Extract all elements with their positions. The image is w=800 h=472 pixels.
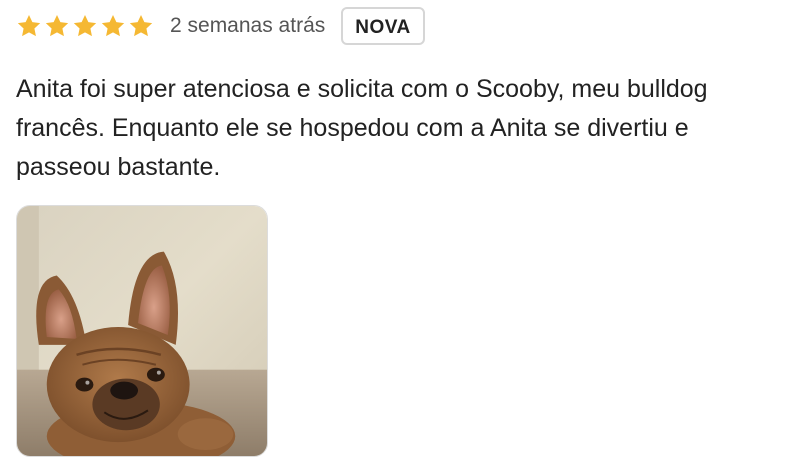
review-text: Anita foi super atenciosa e solicita com… [16, 75, 708, 181]
dog-photo-icon [17, 206, 267, 456]
star-icon [72, 13, 98, 39]
review-photo[interactable] [16, 205, 268, 457]
review-date: 2 semanas atrás [170, 14, 326, 37]
new-badge: NOVA [341, 7, 425, 45]
star-icon [128, 13, 154, 39]
star-rating [16, 13, 154, 39]
star-icon [44, 13, 70, 39]
star-icon [16, 13, 42, 39]
review-meta: 2 semanas atrás NOVA [16, 4, 786, 48]
star-icon [100, 13, 126, 39]
review-card: 2 semanas atrás NOVA Anita foi super ate… [16, 4, 786, 457]
